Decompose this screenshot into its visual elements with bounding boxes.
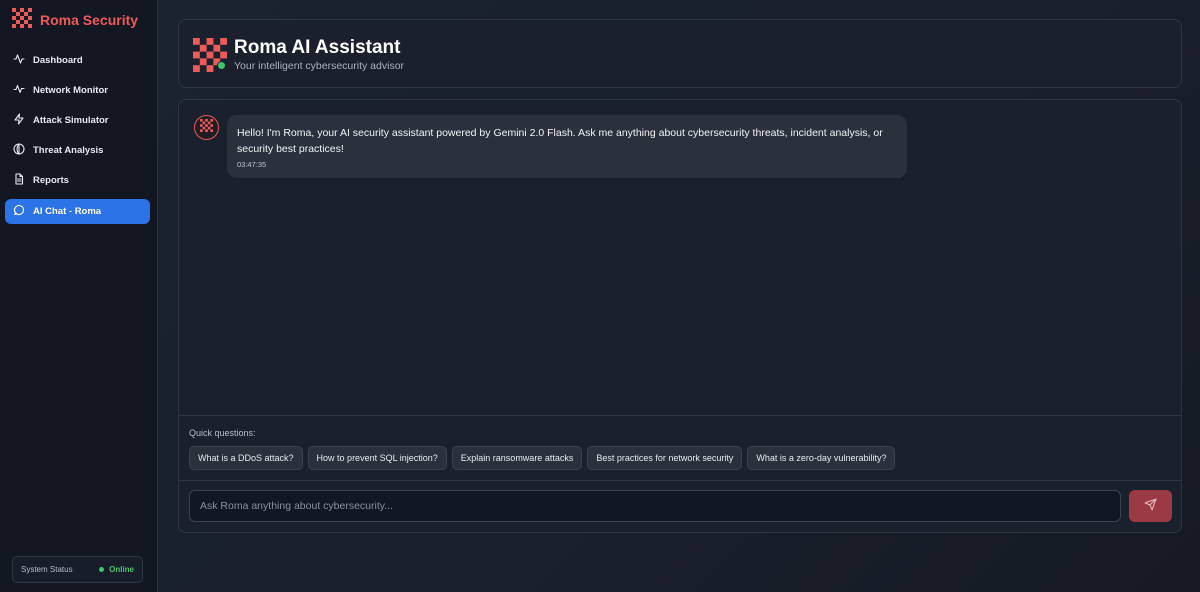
system-status-label: System Status bbox=[21, 565, 73, 574]
sidebar-item-network-monitor[interactable]: Network Monitor bbox=[5, 78, 150, 103]
status-dot-icon bbox=[99, 567, 105, 572]
page-title: Roma AI Assistant bbox=[234, 37, 401, 58]
quick-questions-label: Quick questions: bbox=[189, 428, 256, 438]
status-text: Online bbox=[109, 565, 134, 574]
sidebar-item-threat-analysis[interactable]: Threat Analysis bbox=[5, 138, 150, 163]
sidebar-item-label: Network Monitor bbox=[33, 85, 108, 96]
quick-question-ddos[interactable]: What is a DDoS attack? bbox=[189, 446, 303, 470]
system-status-box: System Status Online bbox=[12, 556, 143, 583]
brand-name: Roma Security bbox=[40, 12, 139, 28]
sidebar-item-label: Threat Analysis bbox=[33, 145, 104, 156]
roma-logo-icon bbox=[200, 118, 213, 137]
online-indicator-icon bbox=[217, 61, 226, 70]
globe-icon bbox=[13, 143, 25, 158]
sidebar-item-dashboard[interactable]: Dashboard bbox=[5, 48, 150, 73]
bot-message: Hello! I'm Roma, your AI security assist… bbox=[227, 115, 907, 178]
quick-question-sql-injection[interactable]: How to prevent SQL injection? bbox=[307, 446, 447, 470]
pulse-icon bbox=[13, 83, 25, 98]
divider bbox=[179, 480, 1181, 481]
quick-question-zero-day[interactable]: What is a zero-day vulnerability? bbox=[747, 446, 896, 470]
roma-logo-icon bbox=[12, 7, 32, 33]
send-button[interactable] bbox=[1129, 490, 1172, 522]
lightning-icon bbox=[13, 113, 25, 128]
chat-input[interactable] bbox=[189, 490, 1121, 522]
sidebar-item-ai-chat[interactable]: AI Chat - Roma bbox=[5, 199, 150, 224]
quick-question-ransomware[interactable]: Explain ransomware attacks bbox=[451, 446, 583, 470]
sidebar-item-label: AI Chat - Roma bbox=[33, 206, 102, 217]
assistant-header: Roma AI Assistant Your intelligent cyber… bbox=[178, 19, 1182, 88]
activity-icon bbox=[13, 53, 25, 68]
system-status-value: Online bbox=[99, 565, 134, 574]
quick-question-network-security[interactable]: Best practices for network security bbox=[587, 446, 743, 470]
sidebar-item-reports[interactable]: Reports bbox=[5, 168, 150, 193]
sidebar-item-label: Attack Simulator bbox=[33, 115, 109, 126]
sidebar-item-label: Reports bbox=[33, 175, 69, 186]
divider bbox=[179, 415, 1181, 416]
quick-questions: What is a DDoS attack? How to prevent SQ… bbox=[189, 446, 896, 470]
message-timestamp: 03:47:35 bbox=[237, 160, 267, 169]
sidebar-item-label: Dashboard bbox=[33, 55, 83, 66]
chat-panel: Hello! I'm Roma, your AI security assist… bbox=[178, 99, 1182, 533]
chat-bubble-icon bbox=[13, 204, 25, 219]
message-text: Hello! I'm Roma, your AI security assist… bbox=[237, 127, 883, 155]
sidebar-item-attack-simulator[interactable]: Attack Simulator bbox=[5, 108, 150, 133]
document-icon bbox=[13, 173, 25, 188]
brand[interactable]: Roma Security bbox=[12, 7, 139, 33]
sidebar: Roma Security Dashboard Network Monitor … bbox=[0, 0, 158, 592]
send-icon bbox=[1144, 498, 1157, 514]
bot-avatar bbox=[194, 115, 219, 140]
page-subtitle: Your intelligent cybersecurity advisor bbox=[234, 60, 405, 72]
